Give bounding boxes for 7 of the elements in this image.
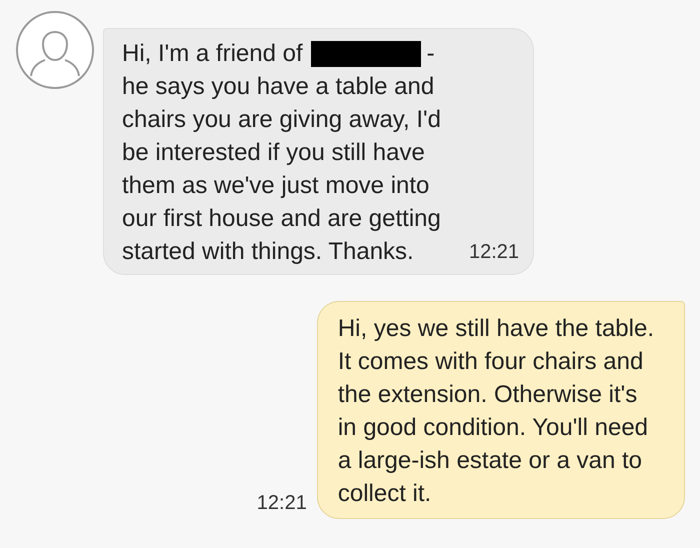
message-time: 12:21 [468,241,520,264]
message-text: Hi, I'm a friend of [122,39,303,69]
avatar-icon [15,10,95,90]
message-text: - [426,39,435,69]
message-text: he says you have a table and chairs you are giving away, I'd be interested if you still have them as we've just move into our first house and are getting started with things. Thanks. [122,72,441,267]
message-text: Hi, yes we still have the table. It comes with four chairs and the extension. Otherwise it's in good condition. You'll need a large-ish estate or a van to collect it. [338,314,654,509]
message-time: 12:21 [256,492,307,515]
